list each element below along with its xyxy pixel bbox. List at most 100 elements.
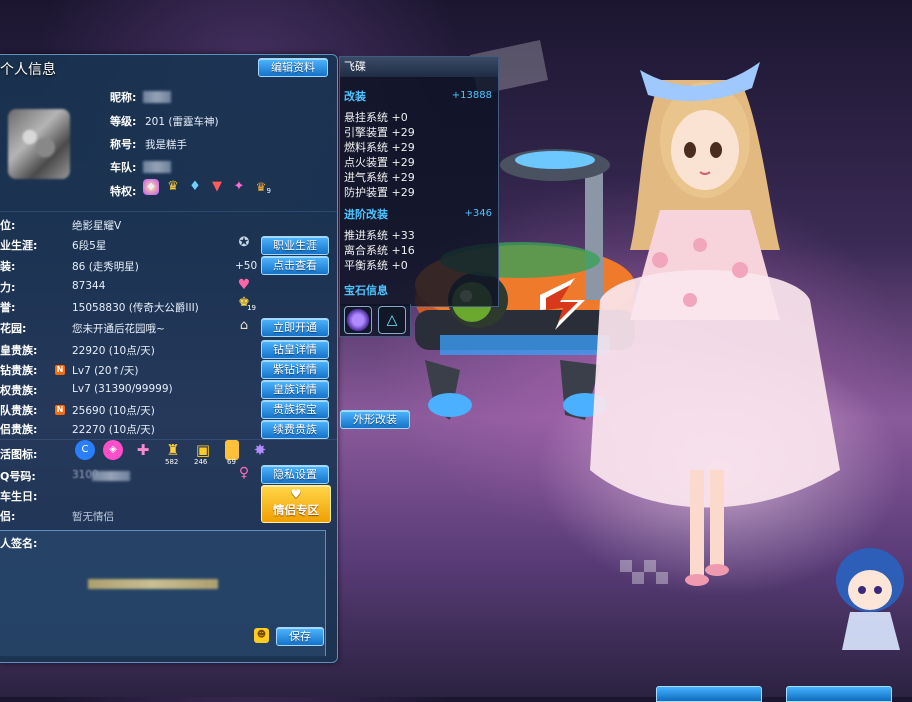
level-value: 201 (雷霆车神) [145, 116, 219, 128]
crown-level-icon[interactable]: ♛ 9 [253, 179, 271, 195]
honor-badge-number: 19 [247, 304, 256, 312]
adv-mod-title: 进阶改装 [344, 208, 388, 221]
adv-mod-row: 离合系统 +16 [344, 244, 415, 257]
kart-name: 飞碟 [340, 57, 498, 77]
adv-mod-row: 推进系统 +33 [344, 229, 415, 242]
team-noble-label: 队贵族: [0, 404, 38, 417]
charm-label: 力: [0, 281, 16, 294]
gold-frame-icon[interactable]: ▣ [193, 440, 213, 460]
team-label: 车队: [110, 161, 137, 174]
purple-diamond-button[interactable]: 紫钻详情 [261, 360, 329, 379]
honor-label: 誉: [0, 301, 16, 314]
royal-value: Lv7 (31390/99999) [72, 383, 173, 395]
title-label: 称号: [110, 138, 137, 151]
gem-badge-icon[interactable]: ✦ [231, 179, 247, 195]
trophy-icon[interactable]: ♜ [163, 440, 183, 460]
rank-value: 绝影星耀Ⅴ [72, 220, 122, 232]
emoji-icon[interactable]: ☻ [254, 628, 269, 643]
royal-label: 权贵族: [0, 384, 38, 397]
mod-row: 进气系统 +29 [344, 171, 415, 184]
outfit-view-button[interactable]: 点击查看 [261, 256, 329, 275]
pet-image [836, 548, 904, 650]
noble-treasure-button[interactable]: 贵族探宝 [261, 400, 329, 419]
save-button[interactable]: 保存 [276, 627, 324, 646]
new-badge-icon: N [55, 365, 65, 375]
crown-level-number: 9 [266, 187, 271, 195]
phone-icon[interactable] [225, 440, 239, 460]
appearance-mod-button[interactable]: 外形改装 [340, 410, 410, 429]
character-image [590, 62, 840, 586]
kart-stats-panel: 飞碟 改装 +13888 悬挂系统 +0 引擎装置 +29 燃料系统 +29 点… [339, 56, 499, 307]
couple-heart-icon: ♥ [290, 487, 302, 501]
privilege-label: 特权: [110, 185, 137, 198]
mod-row: 悬挂系统 +0 [344, 111, 408, 124]
signature-text-blurred [88, 579, 218, 589]
new-badge-icon-2: N [55, 405, 65, 415]
panel-title: 个人信息 [0, 62, 56, 78]
adv-mod-row: 平衡系统 +0 [344, 259, 408, 272]
career-medal-icon: ✪ [238, 235, 250, 250]
purple-diamond-value: Lv7 (20↑/天) [72, 365, 139, 377]
diamond-emperor-label: 皇贵族: [0, 344, 38, 357]
gift-icon[interactable]: ✚ [133, 440, 153, 460]
partner-label: 侣: [0, 510, 16, 523]
privacy-settings-button[interactable]: 隐私设置 [261, 465, 329, 484]
mod-total: +13888 [451, 90, 492, 101]
couple-noble-value: 22270 (10点/天) [72, 424, 155, 436]
garden-open-button[interactable]: 立即开通 [261, 318, 329, 337]
svip-badge-icon[interactable]: ◆ [143, 179, 159, 195]
edit-profile-button[interactable]: 编辑资料 [258, 58, 328, 77]
career-button[interactable]: 职业生涯 [261, 236, 329, 255]
signature-label: 人签名: [0, 537, 38, 550]
mod-row: 燃料系统 +29 [344, 141, 415, 154]
trophy-count: 582 [165, 458, 179, 466]
female-icon: ♀ [238, 465, 250, 481]
heart-icon: ♥ [237, 277, 251, 293]
birthday-label: 车生日: [0, 490, 38, 503]
team-noble-value: 25690 (10点/天) [72, 405, 155, 417]
mod-title: 改装 [344, 90, 366, 103]
partner-value: 暂无情侣 [72, 511, 114, 523]
garden-label: 花园: [0, 322, 27, 335]
phone-count: 69 [227, 458, 236, 466]
avatar [8, 109, 70, 179]
gem-title: 宝石信息 [344, 284, 388, 297]
gem-slot-purple-icon[interactable] [344, 306, 372, 334]
rank-label: 位: [0, 219, 16, 232]
wings-badge-icon[interactable]: ♦ [187, 179, 203, 195]
renew-noble-button[interactable]: 续费贵族 [261, 420, 329, 439]
signature-box[interactable]: 人签名: ☻ 保存 [0, 530, 326, 656]
royal-button[interactable]: 皇族详情 [261, 380, 329, 399]
title-value: 我是糕手 [145, 139, 187, 151]
charm-value: 87344 [72, 280, 106, 292]
outfit-value: 86 (走秀明星) [72, 261, 139, 273]
bottom-tab-right[interactable] [786, 686, 892, 702]
qq-label: Q号码: [0, 470, 36, 483]
purple-diamond-label: 钻贵族: [0, 364, 38, 377]
honor-value: 15058830 (传奇大公爵III) [72, 302, 199, 314]
c-badge-icon[interactable]: C [75, 440, 95, 460]
shield-badge-icon[interactable]: ▼ [209, 179, 225, 195]
couple-noble-label: 侣贵族: [0, 423, 38, 436]
mod-row: 引擎装置 +29 [344, 126, 415, 139]
adv-mod-total: +346 [464, 208, 492, 219]
career-label: 业生涯: [0, 239, 38, 252]
crown-icon[interactable]: ♛ [165, 179, 181, 195]
couple-zone-button[interactable]: ♥ 情侣专区 [261, 485, 331, 523]
level-label: 等级: [110, 115, 137, 128]
bottom-tab-left[interactable] [656, 686, 762, 702]
career-value: 6段5星 [72, 240, 107, 252]
gold-frame-count: 246 [194, 458, 208, 466]
diamond-emperor-button[interactable]: 钻皇详情 [261, 340, 329, 359]
outfit-bonus: +50 [235, 260, 258, 272]
team-value-blurred [143, 161, 171, 173]
vip-badge-icon[interactable]: ◈ [103, 440, 123, 460]
outfit-label: 装: [0, 260, 16, 273]
diamond-emperor-value: 22920 (10点/天) [72, 345, 155, 357]
gem-slot-triangle-icon[interactable]: △ [378, 306, 406, 334]
honor-badge-icon: ♚ 19 [236, 295, 256, 312]
mod-row: 防护装置 +29 [344, 186, 415, 199]
garden-value: 您未开通后花园哦~ [72, 323, 165, 335]
house-icon: ⌂ [239, 318, 249, 333]
purple-shield-icon[interactable]: ✸ [250, 440, 270, 460]
